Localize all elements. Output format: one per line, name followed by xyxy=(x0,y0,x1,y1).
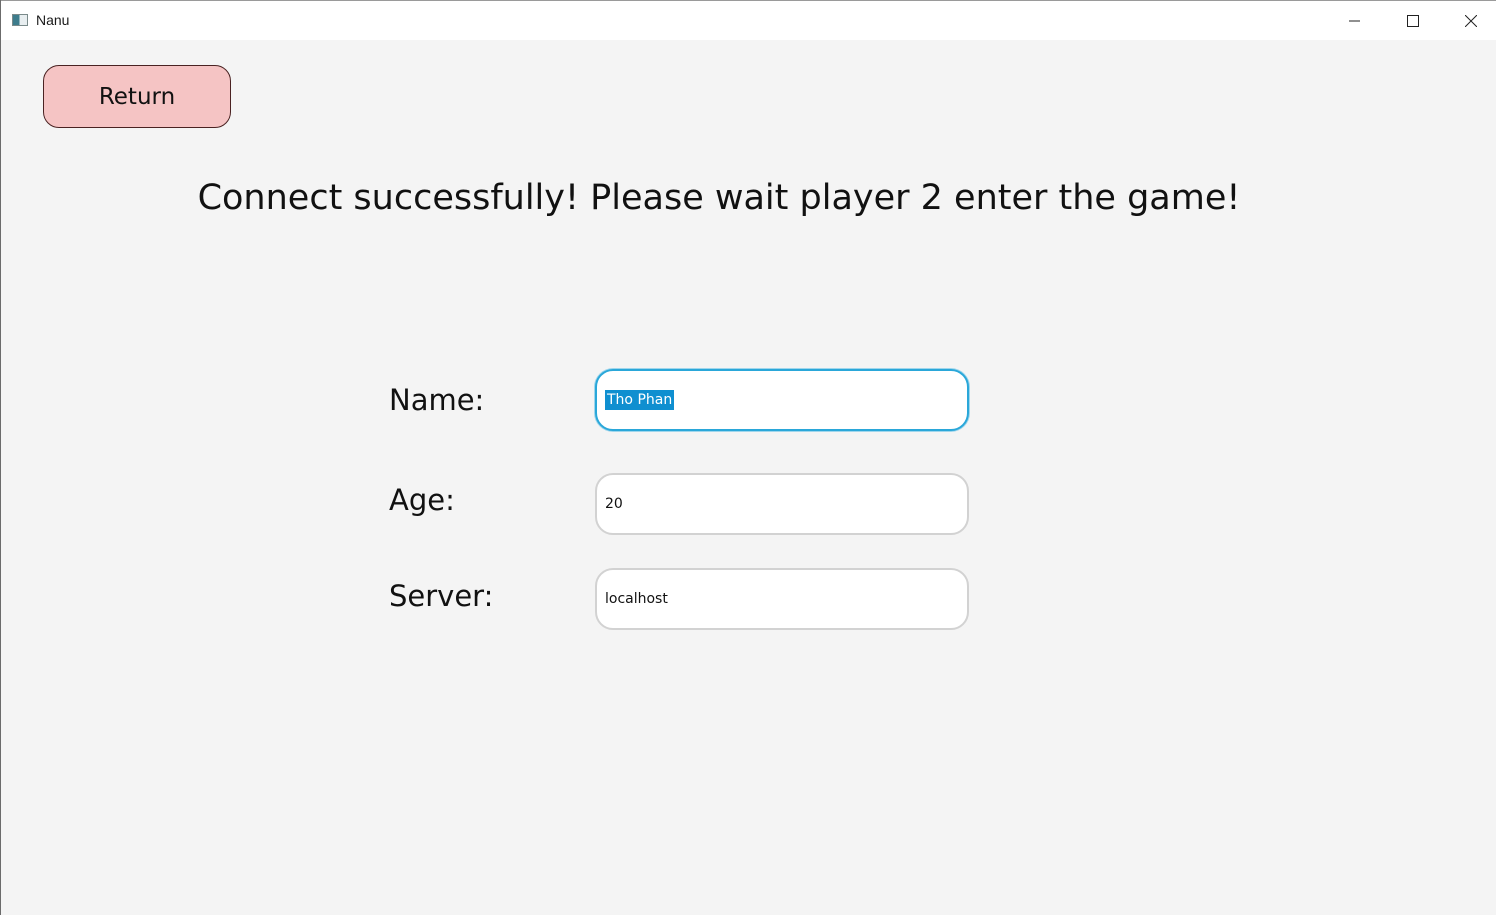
return-button[interactable]: Return xyxy=(43,65,231,128)
close-icon xyxy=(1465,15,1477,27)
server-label: Server: xyxy=(389,579,494,613)
title-bar[interactable]: Nanu xyxy=(1,0,1496,40)
close-button[interactable] xyxy=(1442,1,1496,41)
name-field[interactable]: Tho Phan xyxy=(595,369,969,431)
connection-status-message: Connect successfully! Please wait player… xyxy=(197,178,1241,218)
age-field-value: 20 xyxy=(605,496,623,512)
app-window: Nanu Return Connect successfully! Please… xyxy=(0,0,1496,915)
name-field-value: Tho Phan xyxy=(605,390,675,410)
server-field-value: localhost xyxy=(605,591,668,607)
age-field[interactable]: 20 xyxy=(595,473,969,535)
minimize-button[interactable] xyxy=(1326,1,1384,41)
maximize-icon xyxy=(1407,15,1419,27)
java-app-icon xyxy=(12,14,28,26)
name-label: Name: xyxy=(389,383,485,417)
server-field[interactable]: localhost xyxy=(595,568,969,630)
window-title: Nanu xyxy=(36,12,70,28)
minimize-icon xyxy=(1349,20,1360,22)
maximize-button[interactable] xyxy=(1384,1,1442,41)
age-label: Age: xyxy=(389,483,455,517)
